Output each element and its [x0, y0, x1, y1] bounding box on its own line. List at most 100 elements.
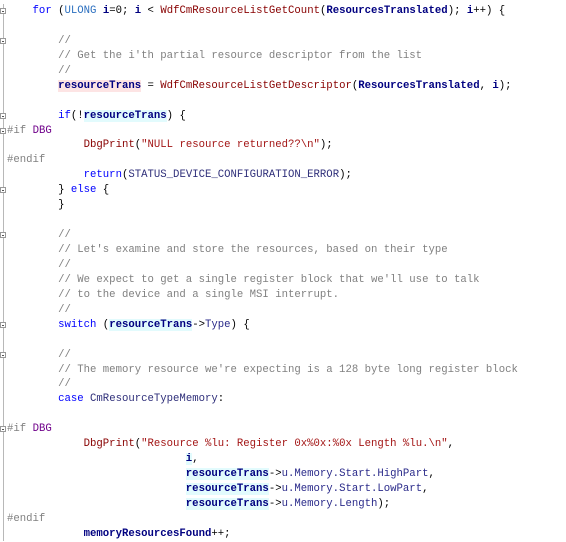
code-line[interactable]: //	[0, 64, 566, 79]
code-token: CmResourceTypeMemory	[90, 393, 218, 406]
code-token: resourceTrans	[185, 483, 269, 495]
code-line[interactable]: if(!resourceTrans) {	[0, 109, 566, 124]
collapse-fold-icon[interactable]	[0, 321, 6, 328]
code-line[interactable]: //	[0, 258, 566, 273]
code-token: u.Memory.Start.LowPart	[281, 483, 423, 495]
code-token: =	[141, 79, 161, 92]
code-token: switch	[58, 318, 97, 331]
collapse-fold-icon[interactable]	[0, 8, 6, 14]
code-token: #endif	[7, 512, 46, 525]
collapse-fold-icon[interactable]	[0, 112, 6, 119]
code-line[interactable]: // We expect to get a single register bl…	[0, 273, 566, 288]
code-token: for	[32, 5, 52, 17]
code-line[interactable]: memoryResourcesFound++;	[0, 527, 566, 542]
collapse-fold-icon[interactable]	[0, 426, 6, 433]
code-line[interactable]: for (ULONG i=0; i < WdfCmResourceListGet…	[0, 4, 566, 19]
code-token: }	[7, 199, 65, 212]
code-token: ++;	[211, 527, 231, 540]
code-token: (!	[70, 109, 84, 122]
code-token: //	[58, 303, 71, 316]
code-line[interactable]: #if DBG	[0, 422, 566, 437]
code-token: ->	[268, 497, 282, 510]
code-token: "NULL resource returned??\n"	[141, 139, 320, 152]
code-line[interactable]: ​	[0, 19, 566, 34]
code-token: if	[58, 109, 71, 122]
code-line[interactable]: //	[0, 303, 566, 318]
code-token: );	[339, 169, 352, 182]
code-line[interactable]: #endif	[0, 153, 566, 168]
code-line[interactable]: //	[0, 34, 566, 49]
code-token: DbgPrint	[83, 438, 135, 451]
code-line[interactable]: DbgPrint("NULL resource returned??\n");	[0, 138, 566, 153]
collapse-fold-icon[interactable]	[0, 351, 6, 358]
code-line[interactable]: } else {	[0, 183, 566, 198]
code-token: );	[447, 5, 467, 17]
code-token: {	[96, 184, 110, 197]
code-line[interactable]: // The memory resource we're expecting i…	[0, 363, 566, 378]
code-token: STATUS_DEVICE_CONFIGURATION_ERROR	[128, 169, 340, 182]
code-line[interactable]: }	[0, 198, 566, 213]
code-token: WdfCmResourceListGetDescriptor	[160, 79, 352, 92]
code-token: case	[58, 393, 84, 406]
code-line[interactable]: return(STATUS_DEVICE_CONFIGURATION_ERROR…	[0, 168, 566, 183]
code-line[interactable]: DbgPrint("Resource %lu: Register 0x%0x:%…	[0, 437, 566, 452]
code-token: ->	[192, 318, 205, 331]
code-editor[interactable]: for (ULONG i=0; i < WdfCmResourceListGet…	[0, 4, 566, 541]
code-line[interactable]: ​	[0, 213, 566, 228]
code-token: DbgPrint	[83, 139, 135, 152]
code-line[interactable]: ​	[0, 94, 566, 109]
code-token: ,	[447, 438, 455, 451]
code-line[interactable]: // to the device and a single MSI interr…	[0, 288, 566, 303]
code-token: u.Memory.Length	[281, 497, 378, 510]
code-token: //	[58, 348, 71, 361]
code-line[interactable]: case CmResourceTypeMemory:	[0, 392, 566, 407]
collapse-fold-icon[interactable]	[0, 127, 6, 134]
code-token: //	[58, 229, 71, 242]
code-line[interactable]: resourceTrans->u.Memory.Start.HighPart,	[0, 467, 566, 482]
code-line[interactable]: ​	[0, 407, 566, 422]
code-token: #endif	[7, 154, 46, 167]
code-token: resourceTrans	[109, 318, 193, 331]
code-line[interactable]: // Get the i'th partial resource descrip…	[0, 49, 566, 64]
code-token: ->	[268, 468, 282, 481]
code-line[interactable]: //	[0, 348, 566, 363]
code-line[interactable]: switch (resourceTrans->Type) {	[0, 318, 566, 333]
code-token: #if	[7, 423, 27, 436]
code-line[interactable]: resourceTrans->u.Memory.Length);	[0, 497, 566, 512]
code-token: return	[83, 169, 122, 182]
code-token: ->	[268, 483, 282, 495]
code-line[interactable]: // Let's examine and store the resources…	[0, 243, 566, 258]
code-token: #if	[7, 124, 27, 137]
code-token: ULONG	[64, 5, 97, 17]
collapse-fold-icon[interactable]	[0, 37, 6, 44]
collapse-fold-icon[interactable]	[0, 232, 6, 239]
code-line[interactable]: ​	[0, 333, 566, 348]
code-token: =0;	[109, 5, 135, 17]
code-line[interactable]: i,	[0, 452, 566, 467]
code-line[interactable]: //	[0, 377, 566, 392]
code-line[interactable]: resourceTrans->u.Memory.Start.LowPart,	[0, 482, 566, 497]
code-token: resourceTrans	[185, 468, 269, 481]
code-token: );	[377, 497, 391, 510]
code-line[interactable]: //	[0, 228, 566, 243]
code-token: else	[70, 184, 97, 197]
code-line[interactable]: #if DBG	[0, 124, 566, 139]
collapse-fold-icon[interactable]	[0, 187, 6, 194]
code-line[interactable]: #endif	[0, 512, 566, 527]
code-token: ResourcesTranslated	[358, 79, 480, 92]
code-token: //	[58, 378, 71, 391]
code-line[interactable]: resourceTrans = WdfCmResourceListGetDesc…	[0, 79, 566, 94]
code-token: // Let's examine and store the resources…	[58, 244, 448, 256]
